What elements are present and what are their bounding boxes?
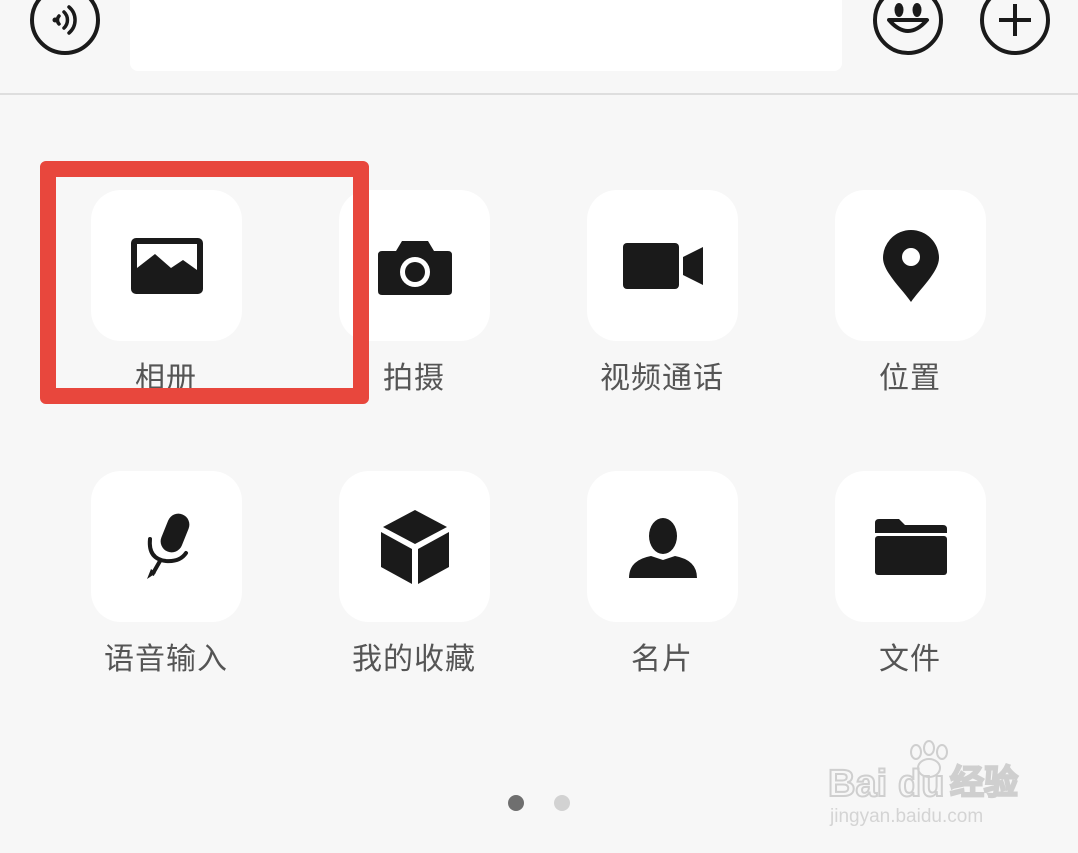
svg-text:jingyan.baidu.com: jingyan.baidu.com — [829, 806, 983, 827]
file-tile[interactable] — [835, 471, 986, 622]
baidu-jingyan-watermark: Bai du 经验 jingyan.baidu.com — [828, 740, 1019, 827]
svg-text:Bai: Bai — [828, 763, 887, 805]
person-icon — [628, 517, 697, 578]
panel-item-camera[interactable]: 拍摄 — [314, 190, 514, 410]
plus-icon — [999, 4, 1031, 36]
panel-item-file[interactable]: 文件 — [810, 471, 1010, 691]
emoji-button[interactable] — [873, 0, 943, 55]
panel-item-voice-input[interactable]: 语音输入 — [66, 471, 266, 691]
more-button[interactable] — [980, 0, 1050, 55]
page-dot[interactable] — [554, 795, 570, 811]
camera-tile[interactable] — [339, 190, 490, 341]
contact-card-label: 名片 — [631, 642, 693, 677]
voice-input-label: 语音输入 — [104, 642, 228, 677]
emoji-icon — [887, 3, 929, 33]
cube-icon — [380, 509, 449, 584]
video-call-tile[interactable] — [587, 190, 738, 341]
microphone-icon — [146, 513, 189, 579]
svg-text:du: du — [898, 763, 944, 805]
message-input[interactable] — [130, 0, 842, 71]
camera-label: 拍摄 — [383, 361, 445, 396]
camera-icon — [377, 240, 452, 295]
video-camera-icon — [622, 242, 703, 289]
photo-icon — [130, 237, 203, 294]
video-call-label: 视频通话 — [600, 361, 724, 396]
file-label: 文件 — [879, 642, 941, 677]
favorites-label: 我的收藏 — [352, 642, 476, 677]
favorites-tile[interactable] — [339, 471, 490, 622]
location-label: 位置 — [879, 361, 941, 396]
panel-item-favorites[interactable]: 我的收藏 — [314, 471, 514, 691]
voice-icon — [52, 5, 77, 35]
folder-icon — [874, 518, 947, 575]
panel-item-contact-card[interactable]: 名片 — [562, 471, 762, 691]
voice-toggle-button[interactable] — [30, 0, 100, 55]
location-tile[interactable] — [835, 190, 986, 341]
contact-card-tile[interactable] — [587, 471, 738, 622]
svg-text:经验: 经验 — [950, 763, 1018, 803]
chat-input-bar — [0, 0, 1078, 95]
location-pin-icon — [882, 229, 939, 302]
panel-item-album[interactable]: 相册 — [66, 190, 266, 410]
voice-input-tile[interactable] — [91, 471, 242, 622]
album-label: 相册 — [135, 361, 197, 396]
page-dot-active[interactable] — [508, 795, 524, 811]
panel-item-video-call[interactable]: 视频通话 — [562, 190, 762, 410]
album-tile[interactable] — [91, 190, 242, 341]
panel-item-location[interactable]: 位置 — [810, 190, 1010, 410]
